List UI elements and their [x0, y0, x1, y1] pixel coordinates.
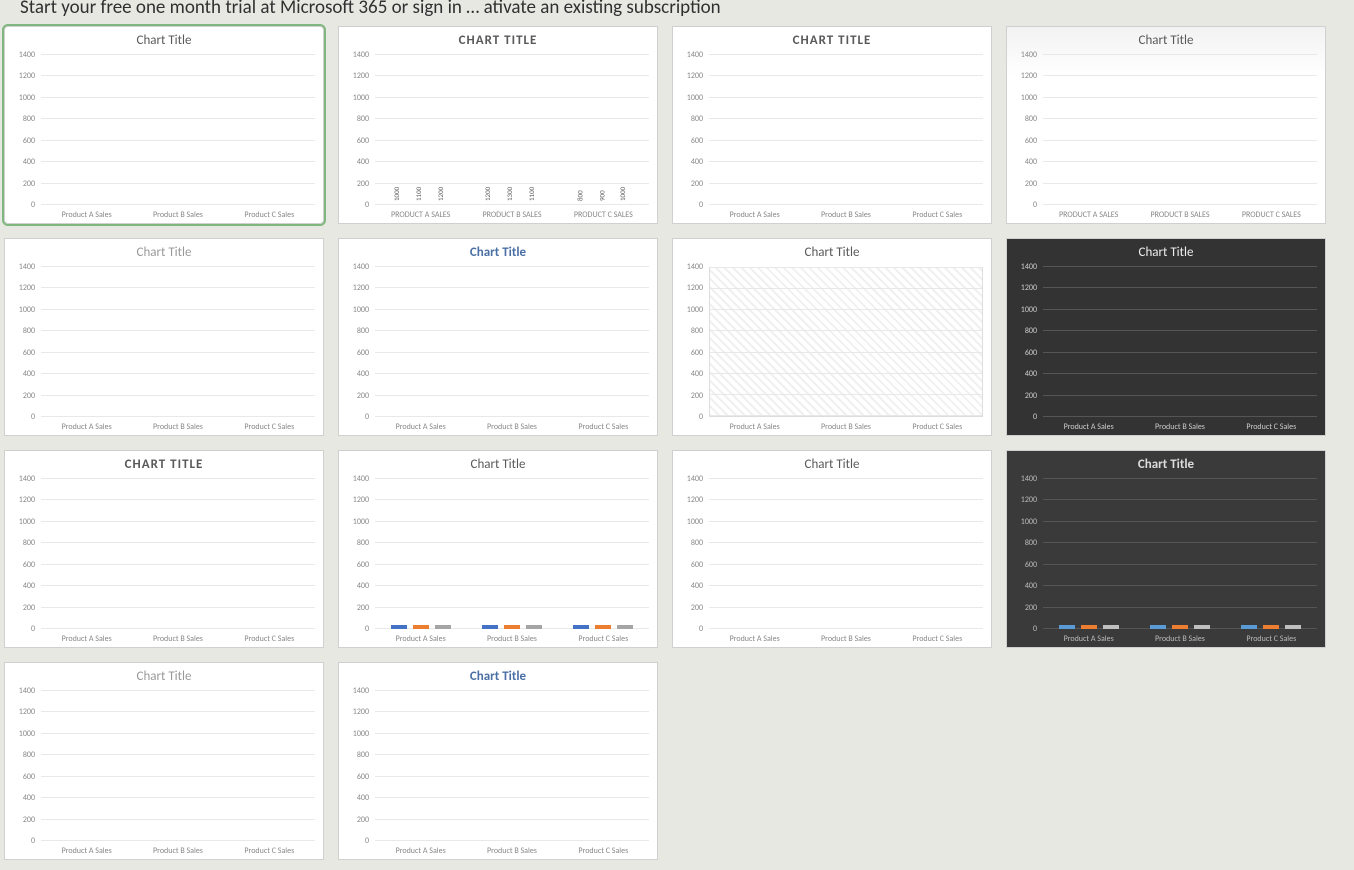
bar — [1150, 625, 1166, 629]
y-axis: 0200400600800100012001400 — [5, 267, 39, 417]
chart-style-13[interactable]: Chart Title 0200400600800100012001400Prod… — [4, 662, 324, 860]
bar — [617, 625, 633, 629]
bar — [1285, 625, 1301, 629]
x-axis-labels: Product A SalesProduct B SalesProduct C … — [1043, 634, 1317, 644]
bar — [1059, 625, 1075, 629]
y-axis: 0200400600800100012001400 — [673, 55, 707, 205]
chart-title: Chart Title — [339, 451, 657, 474]
x-axis-labels: Product A SalesProduct B SalesProduct C … — [41, 210, 315, 220]
chart-style-6[interactable]: Chart Title 0200400600800100012001400Prod… — [338, 238, 658, 436]
plot-area — [709, 479, 983, 629]
y-axis: 0200400600800100012001400 — [339, 55, 373, 205]
plot-area: 1000110012001200130011008009001000 — [375, 55, 649, 205]
x-axis-labels: Product A SalesProduct B SalesProduct C … — [709, 422, 983, 432]
bar — [595, 625, 611, 629]
chart-title: Chart Title — [673, 451, 991, 474]
y-axis: 0200400600800100012001400 — [673, 267, 707, 417]
chart-title: CHART TITLE — [673, 27, 991, 50]
y-axis: 0200400600800100012001400 — [339, 267, 373, 417]
chart-title: Chart Title — [1007, 239, 1325, 262]
y-axis: 0200400600800100012001400 — [339, 691, 373, 841]
x-axis-labels: Product A SalesProduct B SalesProduct C … — [1043, 422, 1317, 432]
x-axis-labels: Product A SalesProduct B SalesProduct C … — [709, 210, 983, 220]
x-axis-labels: Product A SalesProduct B SalesProduct C … — [375, 634, 649, 644]
x-axis-labels: Product A SalesProduct B SalesProduct C … — [709, 634, 983, 644]
plot-area — [375, 267, 649, 417]
bar-group — [375, 625, 466, 629]
bar — [1081, 625, 1097, 629]
chart-style-3[interactable]: CHART TITLE 0200400600800100012001400Prod… — [672, 26, 992, 224]
chart-title: CHART TITLE — [339, 27, 657, 50]
plot-area — [1043, 267, 1317, 417]
chart-style-8[interactable]: Chart Title 0200400600800100012001400Prod… — [1006, 238, 1326, 436]
y-axis: 0200400600800100012001400 — [1007, 479, 1041, 629]
bar — [482, 625, 498, 629]
bar — [391, 625, 407, 629]
bar-group — [466, 625, 557, 629]
bar-group — [1043, 625, 1134, 629]
chart-title: Chart Title — [673, 239, 991, 262]
chart-style-1[interactable]: Chart Title 0200400600800100012001400Prod… — [4, 26, 324, 224]
bar — [1263, 625, 1279, 629]
plot-area: 1000110012001200130011008009001000 — [1043, 55, 1317, 205]
x-axis-labels: Product A SalesProduct B SalesProduct C … — [41, 422, 315, 432]
x-axis-labels: PRODUCT A SALESPRODUCT B SALESPRODUCT C … — [1043, 210, 1317, 220]
chart-style-14[interactable]: Chart Title 0200400600800100012001400Prod… — [338, 662, 658, 860]
y-axis: 0200400600800100012001400 — [5, 691, 39, 841]
plot-area — [375, 691, 649, 841]
chart-title: Chart Title — [5, 663, 323, 686]
plot-area — [709, 267, 983, 417]
chart-title: Chart Title — [5, 239, 323, 262]
plot-area — [709, 55, 983, 205]
chart-style-4[interactable]: Chart Title 02004006008001000120014001000… — [1006, 26, 1326, 224]
y-axis: 0200400600800100012001400 — [5, 55, 39, 205]
plot-area — [41, 55, 315, 205]
trial-banner: Start your free one month trial at Micro… — [0, 0, 1354, 19]
bar — [1172, 625, 1188, 629]
chart-title: Chart Title — [5, 27, 323, 50]
chart-style-gallery: Chart Title0200400600800100012001400Prod… — [4, 10, 1354, 860]
bar-group — [1134, 625, 1225, 629]
bar — [1241, 625, 1257, 629]
plot-area — [41, 267, 315, 417]
bar — [413, 625, 429, 629]
bar — [435, 625, 451, 629]
chart-style-9[interactable]: CHART TITLE 0200400600800100012001400Prod… — [4, 450, 324, 648]
plot-area — [41, 691, 315, 841]
chart-title: Chart Title — [1007, 27, 1325, 50]
bar — [1103, 625, 1119, 629]
x-axis-labels: Product A SalesProduct B SalesProduct C … — [41, 846, 315, 856]
y-axis: 0200400600800100012001400 — [339, 479, 373, 629]
chart-style-7[interactable]: Chart Title 0200400600800100012001400Prod… — [672, 238, 992, 436]
x-axis-labels: PRODUCT A SALESPRODUCT B SALESPRODUCT C … — [375, 210, 649, 220]
chart-style-12[interactable]: Chart Title 0200400600800100012001400Prod… — [1006, 450, 1326, 648]
chart-title: Chart Title — [339, 239, 657, 262]
bar — [526, 625, 542, 629]
y-axis: 0200400600800100012001400 — [1007, 55, 1041, 205]
bar — [504, 625, 520, 629]
chart-style-5[interactable]: Chart Title 0200400600800100012001400Prod… — [4, 238, 324, 436]
plot-area — [41, 479, 315, 629]
plot-area — [1043, 479, 1317, 629]
bar-group — [1226, 625, 1317, 629]
chart-style-11[interactable]: Chart Title 0200400600800100012001400Prod… — [672, 450, 992, 648]
y-axis: 0200400600800100012001400 — [673, 479, 707, 629]
chart-title: CHART TITLE — [5, 451, 323, 474]
y-axis: 0200400600800100012001400 — [1007, 267, 1041, 417]
bar — [1194, 625, 1210, 629]
chart-style-2[interactable]: CHART TITLE 02004006008001000120014001000… — [338, 26, 658, 224]
x-axis-labels: Product A SalesProduct B SalesProduct C … — [375, 846, 649, 856]
chart-title: Chart Title — [1007, 451, 1325, 474]
bar — [573, 625, 589, 629]
x-axis-labels: Product A SalesProduct B SalesProduct C … — [375, 422, 649, 432]
chart-title: Chart Title — [339, 663, 657, 686]
bar-group — [558, 625, 649, 629]
y-axis: 0200400600800100012001400 — [5, 479, 39, 629]
x-axis-labels: Product A SalesProduct B SalesProduct C … — [41, 634, 315, 644]
plot-area — [375, 479, 649, 629]
chart-style-10[interactable]: Chart Title 0200400600800100012001400Prod… — [338, 450, 658, 648]
